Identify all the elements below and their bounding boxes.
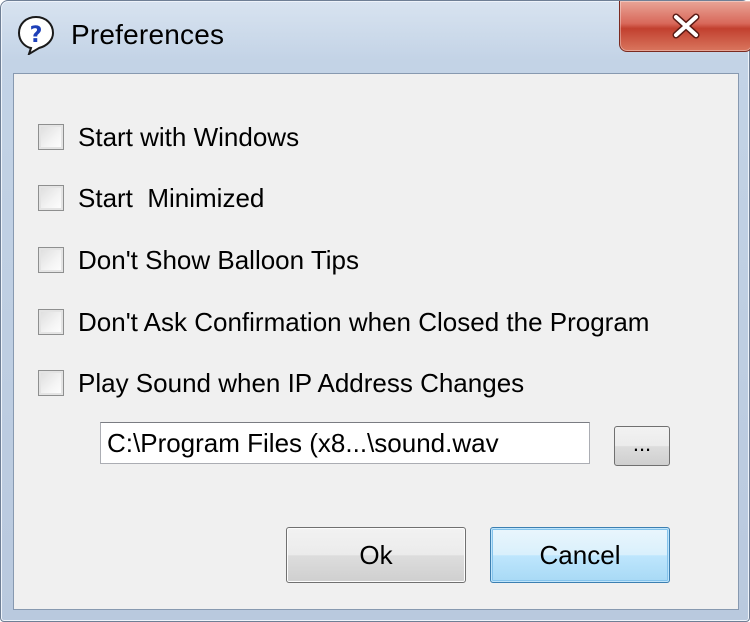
- checkbox[interactable]: [38, 124, 64, 150]
- checkbox[interactable]: [38, 309, 64, 335]
- window-title: Preferences: [71, 19, 225, 50]
- cancel-button[interactable]: Cancel: [490, 527, 670, 583]
- help-question-icon: ?: [17, 15, 55, 57]
- checkbox[interactable]: [38, 247, 64, 273]
- option-label: Don't Show Balloon Tips: [78, 244, 360, 275]
- title-bar[interactable]: ? Preferences: [1, 1, 750, 73]
- option-start-with-windows[interactable]: Start with Windows: [38, 120, 299, 154]
- close-x-icon: [671, 13, 701, 39]
- option-play-sound[interactable]: Play Sound when IP Address Changes: [38, 366, 524, 400]
- preferences-window: ? Preferences Start with Windows Start M…: [0, 0, 750, 622]
- option-label: Start with Windows: [78, 121, 300, 152]
- checkbox[interactable]: [38, 185, 64, 211]
- svg-text:?: ?: [30, 23, 43, 48]
- option-dont-show-balloon-tips[interactable]: Don't Show Balloon Tips: [38, 243, 359, 277]
- close-button[interactable]: [619, 1, 750, 52]
- browse-button[interactable]: ...: [614, 426, 670, 466]
- option-start-minimized[interactable]: Start Minimized: [38, 181, 264, 215]
- checkbox[interactable]: [38, 370, 64, 396]
- dialog-content: Start with Windows Start Minimized Don't…: [13, 73, 739, 610]
- option-dont-ask-confirmation[interactable]: Don't Ask Confirmation when Closed the P…: [38, 305, 649, 339]
- sound-file-path-input[interactable]: C:\Program Files (x8...\sound.wav: [100, 422, 590, 464]
- option-label: Start Minimized: [78, 182, 265, 213]
- ok-button[interactable]: Ok: [286, 527, 466, 583]
- option-label: Play Sound when IP Address Changes: [78, 367, 525, 398]
- option-label: Don't Ask Confirmation when Closed the P…: [78, 306, 650, 337]
